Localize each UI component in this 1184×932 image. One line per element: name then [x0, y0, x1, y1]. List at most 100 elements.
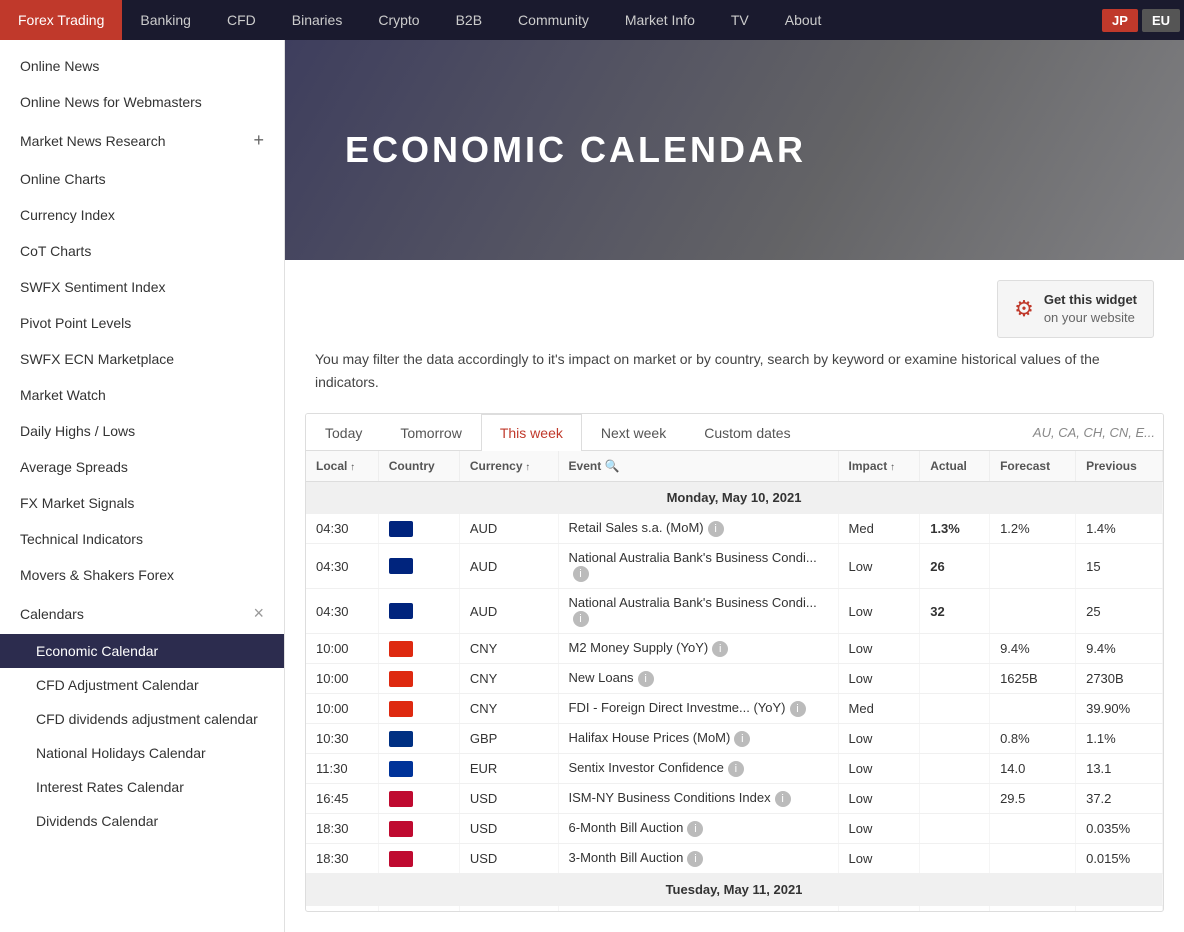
flag-icon: [389, 641, 413, 657]
sidebar-item-currency-index[interactable]: Currency Index: [0, 197, 284, 233]
sidebar-item-online-charts[interactable]: Online Charts: [0, 161, 284, 197]
sidebar-item-market-watch[interactable]: Market Watch: [0, 377, 284, 413]
cell-country: [378, 694, 459, 724]
sidebar-item-cfd-adjustment-calendar[interactable]: CFD Adjustment Calendar: [0, 668, 284, 702]
cell-currency: CNY: [459, 634, 558, 664]
flag-icon: [389, 761, 413, 777]
nav-item-b2b[interactable]: B2B: [438, 0, 500, 40]
cell-country: [378, 724, 459, 754]
calendar-scroll-area[interactable]: Local Country Currency Event 🔍 Impact Ac…: [306, 451, 1163, 911]
sidebar-item-technical-indicators[interactable]: Technical Indicators: [0, 521, 284, 557]
sidebar-item-cot-charts[interactable]: CoT Charts: [0, 233, 284, 269]
table-row: 18:30USD3-Month Bill AuctioniLow0.015%: [306, 844, 1163, 874]
cell-time: 11:30: [306, 754, 378, 784]
tab-this-week[interactable]: This week: [481, 414, 582, 451]
info-icon[interactable]: i: [687, 821, 703, 837]
nav-item-banking[interactable]: Banking: [122, 0, 209, 40]
cell-forecast: [990, 694, 1076, 724]
sidebar-item-average-spreads[interactable]: Average Spreads: [0, 449, 284, 485]
sidebar-item-fx-market-signals[interactable]: FX Market Signals: [0, 485, 284, 521]
tab-today[interactable]: Today: [306, 414, 381, 451]
col-country: Country: [378, 451, 459, 482]
info-icon[interactable]: i: [573, 566, 589, 582]
info-icon[interactable]: i: [734, 731, 750, 747]
nav-item-cfd[interactable]: CFD: [209, 0, 274, 40]
cell-time: 16:45: [306, 784, 378, 814]
info-icon[interactable]: i: [775, 791, 791, 807]
cell-previous: 13.1: [1076, 754, 1163, 784]
col-actual: Actual: [920, 451, 990, 482]
cell-forecast: 9.4%: [990, 634, 1076, 664]
info-icon[interactable]: i: [638, 671, 654, 687]
col-previous: Previous: [1076, 451, 1163, 482]
sidebar-item-interest-rates[interactable]: Interest Rates Calendar: [0, 770, 284, 804]
cell-country: [378, 784, 459, 814]
lang-jp-button[interactable]: JP: [1102, 9, 1138, 32]
sidebar-item-online-news[interactable]: Online News: [0, 48, 284, 84]
cell-forecast: [990, 906, 1076, 912]
cell-event: Retail Sales s.a. (MoM)i: [558, 514, 838, 544]
nav-item-market-info[interactable]: Market Info: [607, 0, 713, 40]
sidebar-item-market-news-research[interactable]: Market News Research +: [0, 120, 284, 161]
col-currency[interactable]: Currency: [459, 451, 558, 482]
widget-text: Get this widget on your website: [1044, 291, 1137, 327]
nav-item-community[interactable]: Community: [500, 0, 607, 40]
cell-time: 04:30: [306, 514, 378, 544]
sidebar-item-cfd-dividends-calendar[interactable]: CFD dividends adjustment calendar: [0, 702, 284, 736]
info-icon[interactable]: i: [728, 761, 744, 777]
tab-custom-dates[interactable]: Custom dates: [685, 414, 809, 451]
cell-impact: Low: [838, 906, 920, 912]
main-content: ECONOMIC CALENDAR ⚙ Get this widget on y…: [285, 40, 1184, 932]
sidebar-item-swfx-sentiment[interactable]: SWFX Sentiment Index: [0, 269, 284, 305]
filter-display[interactable]: AU, CA, CH, CN, E...: [1033, 425, 1163, 440]
nav-item-crypto[interactable]: Crypto: [360, 0, 437, 40]
cell-event: 3-Month Bill Auctioni: [558, 844, 838, 874]
info-icon[interactable]: i: [708, 521, 724, 537]
sidebar-item-calendars[interactable]: Calendars ×: [0, 593, 284, 634]
info-icon[interactable]: i: [687, 851, 703, 867]
col-local[interactable]: Local: [306, 451, 378, 482]
calendar-table: Local Country Currency Event 🔍 Impact Ac…: [306, 451, 1163, 911]
col-impact[interactable]: Impact: [838, 451, 920, 482]
cell-event: Electronic Card Retail Sales (MoM)i: [558, 906, 838, 912]
nav-item-about[interactable]: About: [767, 0, 840, 40]
cell-country: [378, 514, 459, 544]
nav-item-forex-trading[interactable]: Forex Trading: [0, 0, 122, 40]
sidebar-item-daily-highs-lows[interactable]: Daily Highs / Lows: [0, 413, 284, 449]
cell-previous: 1.4%: [1076, 514, 1163, 544]
search-icon[interactable]: 🔍: [605, 459, 620, 473]
lang-eu-button[interactable]: EU: [1142, 9, 1180, 32]
tab-tomorrow[interactable]: Tomorrow: [381, 414, 480, 451]
cell-actual: [920, 724, 990, 754]
economic-calendar-widget: Today Tomorrow This week Next week Custo…: [305, 413, 1164, 912]
cell-impact: Low: [838, 814, 920, 844]
cell-previous: 25: [1076, 589, 1163, 634]
sidebar-item-national-holidays[interactable]: National Holidays Calendar: [0, 736, 284, 770]
cell-event: FDI - Foreign Direct Investme... (YoY)i: [558, 694, 838, 724]
cell-currency: CNY: [459, 664, 558, 694]
table-row: 10:00CNYNew LoansiLow1625B2730B: [306, 664, 1163, 694]
sidebar-item-movers-shakers[interactable]: Movers & Shakers Forex: [0, 557, 284, 593]
cell-actual: [920, 754, 990, 784]
nav-item-tv[interactable]: TV: [713, 0, 767, 40]
table-row: 10:30GBPHalifax House Prices (MoM)iLow0.…: [306, 724, 1163, 754]
collapse-icon: ×: [253, 603, 264, 624]
sidebar-item-economic-calendar[interactable]: Economic Calendar: [0, 634, 284, 668]
sidebar-item-pivot-point[interactable]: Pivot Point Levels: [0, 305, 284, 341]
cell-actual: 1.3%: [920, 514, 990, 544]
cell-previous: 37.2: [1076, 784, 1163, 814]
cell-country: [378, 634, 459, 664]
info-icon[interactable]: i: [573, 611, 589, 627]
info-icon[interactable]: i: [712, 641, 728, 657]
nav-item-binaries[interactable]: Binaries: [274, 0, 361, 40]
tab-next-week[interactable]: Next week: [582, 414, 685, 451]
sidebar-item-online-news-webmasters[interactable]: Online News for Webmasters: [0, 84, 284, 120]
cell-event: Sentix Investor Confidencei: [558, 754, 838, 784]
sidebar-item-dividends-calendar[interactable]: Dividends Calendar: [0, 804, 284, 838]
cell-time: 01:45: [306, 906, 378, 912]
sidebar-item-swfx-ecn[interactable]: SWFX ECN Marketplace: [0, 341, 284, 377]
info-icon[interactable]: i: [790, 701, 806, 717]
get-widget-button[interactable]: ⚙ Get this widget on your website: [997, 280, 1154, 338]
cell-previous: 15: [1076, 544, 1163, 589]
cell-actual: [920, 844, 990, 874]
